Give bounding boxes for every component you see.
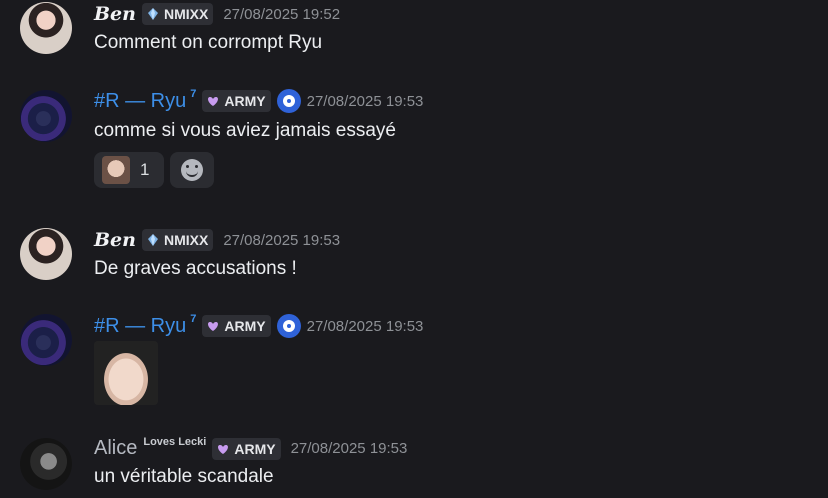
server-tag[interactable]: ARMY [202,90,271,112]
message-header: #R — Ryu 7 ARMY 27/08/2025 19:53 [94,313,424,338]
server-tag[interactable]: NMIXX [141,3,214,25]
verified-icon [276,89,301,113]
server-tag-label: ARMY [234,440,276,457]
message-header: Ben NMIXX 27/08/2025 19:53 [94,229,340,251]
timestamp: 27/08/2025 19:53 [306,317,424,335]
timestamp: 27/08/2025 19:53 [306,92,424,110]
nmixx-gem-icon [147,234,158,246]
author-name-superscript: 7 [190,313,197,325]
server-tag-label: ARMY [224,318,266,334]
author-name-superscript: 7 [190,88,197,100]
message-header: #R — Ryu 7 ARMY 27/08/2025 19:53 [94,88,424,113]
timestamp: 27/08/2025 19:53 [290,440,408,457]
message-header: Alice Loves Lecki ARMY 27/08/2025 19:53 [94,435,408,460]
author-name[interactable]: Alice [94,437,137,460]
reaction-emoji-icon [102,156,130,184]
avatar-ryu[interactable] [20,314,72,366]
server-tag[interactable]: NMIXX [141,229,214,251]
add-reaction-icon [181,159,203,181]
message-text: De graves accusations ! [94,258,297,279]
timestamp: 27/08/2025 19:52 [223,5,341,23]
army-heart-icon [208,97,219,106]
add-reaction-button[interactable] [170,152,214,188]
author-name[interactable]: #R — Ryu [94,315,186,338]
army-heart-icon [208,322,219,331]
author-name[interactable]: Ben [94,3,136,25]
message-header: Ben NMIXX 27/08/2025 19:52 [94,3,340,25]
verified-icon [276,314,301,338]
avatar-ryu[interactable] [20,90,72,142]
avatar-ben[interactable] [20,2,72,54]
nmixx-gem-icon [147,8,158,20]
avatar-ben[interactable] [20,228,72,280]
author-name[interactable]: Ben [94,229,136,251]
server-tag[interactable]: ARMY [212,437,281,460]
message-text: comme si vous aviez jamais essayé [94,120,396,141]
message-text: Comment on corrompt Ryu [94,32,323,53]
server-tag-label: ARMY [224,93,266,109]
server-tag-label: NMIXX [163,232,209,248]
message-text: un véritable scandale [94,466,274,487]
server-tag-label: NMIXX [163,6,209,22]
reaction-button[interactable]: 1 [94,152,164,188]
sticker-image[interactable] [94,341,158,405]
reaction-count: 1 [140,160,150,179]
avatar-alice[interactable] [20,438,72,490]
author-name-superscript: Loves Lecki [143,435,207,448]
army-heart-icon [218,444,229,454]
server-tag[interactable]: ARMY [202,315,271,337]
timestamp: 27/08/2025 19:53 [223,231,341,249]
author-name[interactable]: #R — Ryu [94,90,186,113]
